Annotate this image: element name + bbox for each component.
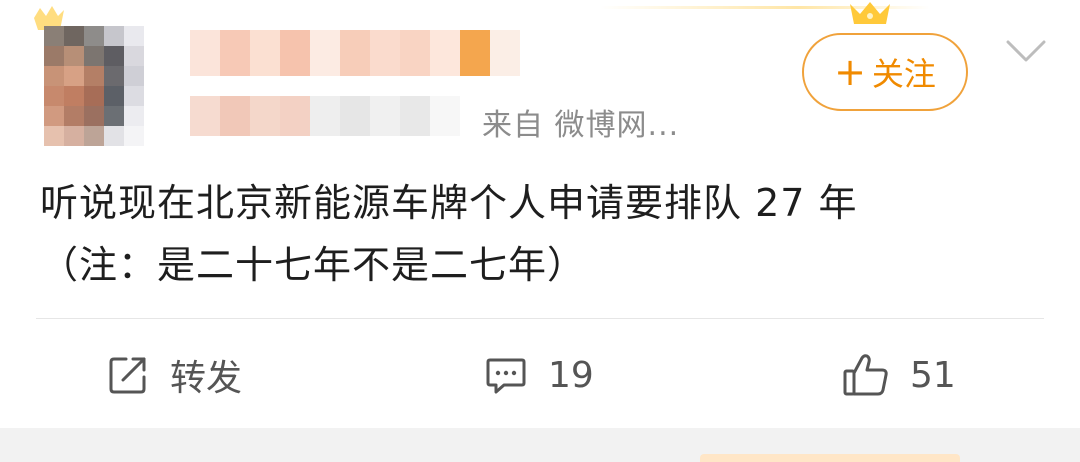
- thumbs-up-icon: [843, 354, 888, 396]
- post-time-redacted: [190, 96, 460, 136]
- like-button[interactable]: 51: [842, 348, 956, 402]
- post-text-line-1: 听说现在北京新能源车牌个人申请要排队 27 年: [40, 181, 858, 225]
- post-text-line-2: （注：是二十七年不是二七年）: [40, 243, 587, 287]
- comment-button[interactable]: 19: [484, 348, 594, 402]
- plus-icon: +: [834, 50, 866, 94]
- weibo-post-card: 来自 微博网... + 关注 听说现在北京新能源车牌个人申请要排队 27 年 （…: [0, 0, 1080, 428]
- chevron-down-icon[interactable]: [1004, 36, 1048, 66]
- feed-separator: [0, 428, 1080, 462]
- divider: [36, 318, 1044, 319]
- post-content: 听说现在北京新能源车牌个人申请要排队 27 年 （注：是二十七年不是二七年）: [40, 172, 1040, 296]
- comment-count: 19: [548, 354, 594, 396]
- username-redacted[interactable]: [190, 30, 520, 76]
- repost-label: 转发: [170, 358, 243, 399]
- next-card-edge: [700, 454, 960, 462]
- share-icon: [109, 357, 146, 394]
- post-source: 来自 微博网...: [482, 108, 680, 143]
- follow-button-label: 关注: [871, 55, 936, 93]
- avatar[interactable]: [44, 26, 144, 146]
- like-count: 51: [910, 354, 956, 396]
- repost-button[interactable]: 转发: [106, 348, 242, 402]
- follow-button[interactable]: + 关注: [802, 33, 968, 111]
- comment-icon: [486, 358, 526, 394]
- crown-icon: [850, 2, 890, 24]
